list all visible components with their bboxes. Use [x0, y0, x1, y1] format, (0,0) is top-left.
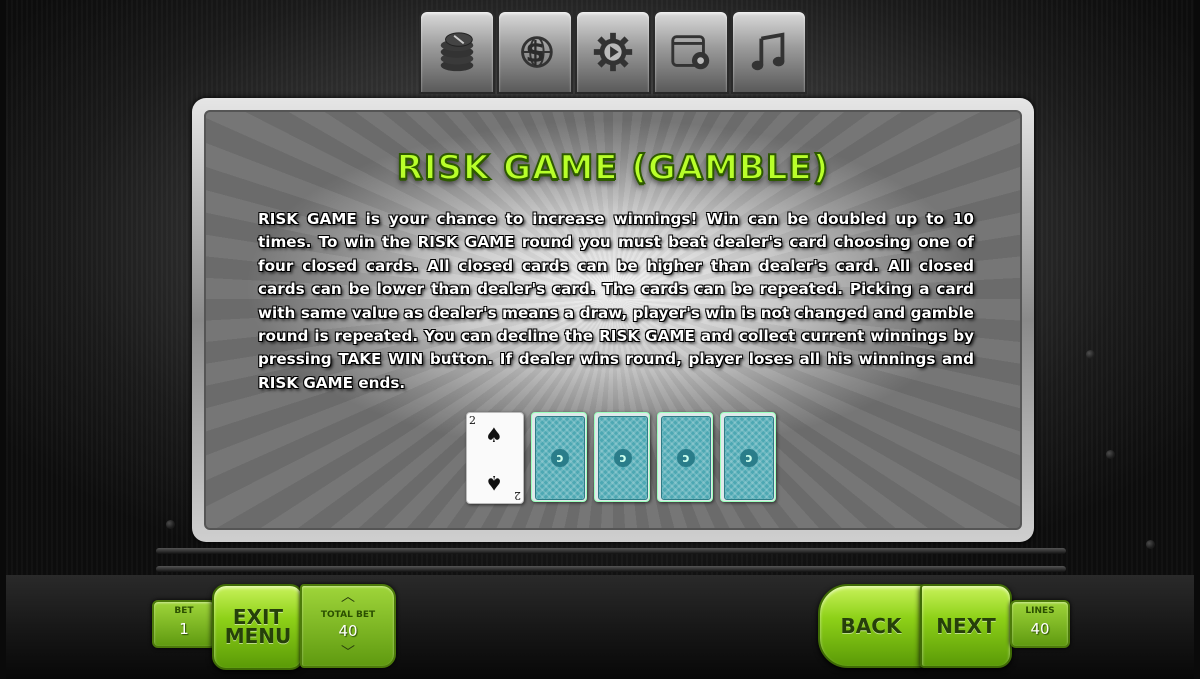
- tab-coins[interactable]: [419, 10, 495, 94]
- lines-display: LINES 40: [1010, 600, 1070, 648]
- exit-menu-button[interactable]: EXIT MENU: [212, 584, 304, 670]
- closed-card[interactable]: ↄ: [720, 412, 776, 502]
- total-bet-display: ︿ TOTAL BET 40 ﹀: [300, 584, 396, 668]
- coins-stack-icon: [440, 32, 474, 72]
- spade-icon: ♠: [485, 423, 503, 447]
- card-back-logo-icon: ↄ: [740, 449, 758, 467]
- help-tab-bar: $: [419, 10, 807, 96]
- globe-dollar-icon: $: [521, 35, 553, 69]
- music-note-icon: [751, 32, 785, 71]
- closed-card[interactable]: ↄ: [657, 412, 713, 502]
- exit-menu-line2: MENU: [224, 624, 292, 648]
- bet-display: BET 1: [152, 600, 216, 648]
- rules-title: RISK GAME (GAMBLE): [396, 147, 830, 189]
- gear-icon: [593, 32, 633, 72]
- divider-rail: [156, 548, 1066, 554]
- card-row: 2 ♠ ♠ 2 ↄ ↄ ↄ ↄ: [466, 412, 776, 504]
- rules-description: RISK GAME is your chance to increase win…: [258, 210, 974, 392]
- window-settings-icon: [671, 35, 710, 70]
- next-label: NEXT: [936, 613, 996, 638]
- total-bet-label: TOTAL BET: [320, 610, 376, 620]
- lines-label: LINES: [1025, 606, 1055, 616]
- spade-icon: ♠: [485, 471, 503, 495]
- bet-value: 1: [179, 620, 189, 638]
- next-button[interactable]: NEXT: [920, 584, 1012, 668]
- back-label: BACK: [840, 613, 902, 638]
- game-stage: $ RISK GAME (GAMBLE) RISK GAME is your c…: [6, 0, 1194, 679]
- closed-card[interactable]: ↄ: [594, 412, 650, 502]
- card-back-logo-icon: ↄ: [614, 449, 632, 467]
- card-back-logo-icon: ↄ: [551, 449, 569, 467]
- lines-value: 40: [1030, 620, 1050, 638]
- dealer-card-rank: 2: [514, 489, 521, 502]
- total-bet-value: 40: [338, 622, 358, 640]
- dealer-card-rank: 2: [469, 414, 476, 427]
- divider-rail: [156, 566, 1066, 572]
- tab-paytable[interactable]: $: [497, 10, 573, 94]
- tab-sound[interactable]: [731, 10, 807, 94]
- closed-card[interactable]: ↄ: [531, 412, 587, 502]
- dealer-card: 2 ♠ ♠ 2: [466, 412, 524, 504]
- increase-bet-arrow-icon[interactable]: ︿: [302, 586, 394, 606]
- bet-label: BET: [174, 606, 194, 616]
- back-button[interactable]: BACK: [818, 584, 924, 668]
- tab-display-settings[interactable]: [653, 10, 729, 94]
- tab-settings[interactable]: [575, 10, 651, 94]
- rules-panel-inner: RISK GAME (GAMBLE) RISK GAME is your cha…: [204, 110, 1022, 530]
- svg-text:$: $: [525, 35, 545, 69]
- rules-panel: RISK GAME (GAMBLE) RISK GAME is your cha…: [192, 98, 1034, 542]
- decrease-bet-arrow-icon[interactable]: ﹀: [302, 642, 394, 662]
- card-back-logo-icon: ↄ: [677, 449, 695, 467]
